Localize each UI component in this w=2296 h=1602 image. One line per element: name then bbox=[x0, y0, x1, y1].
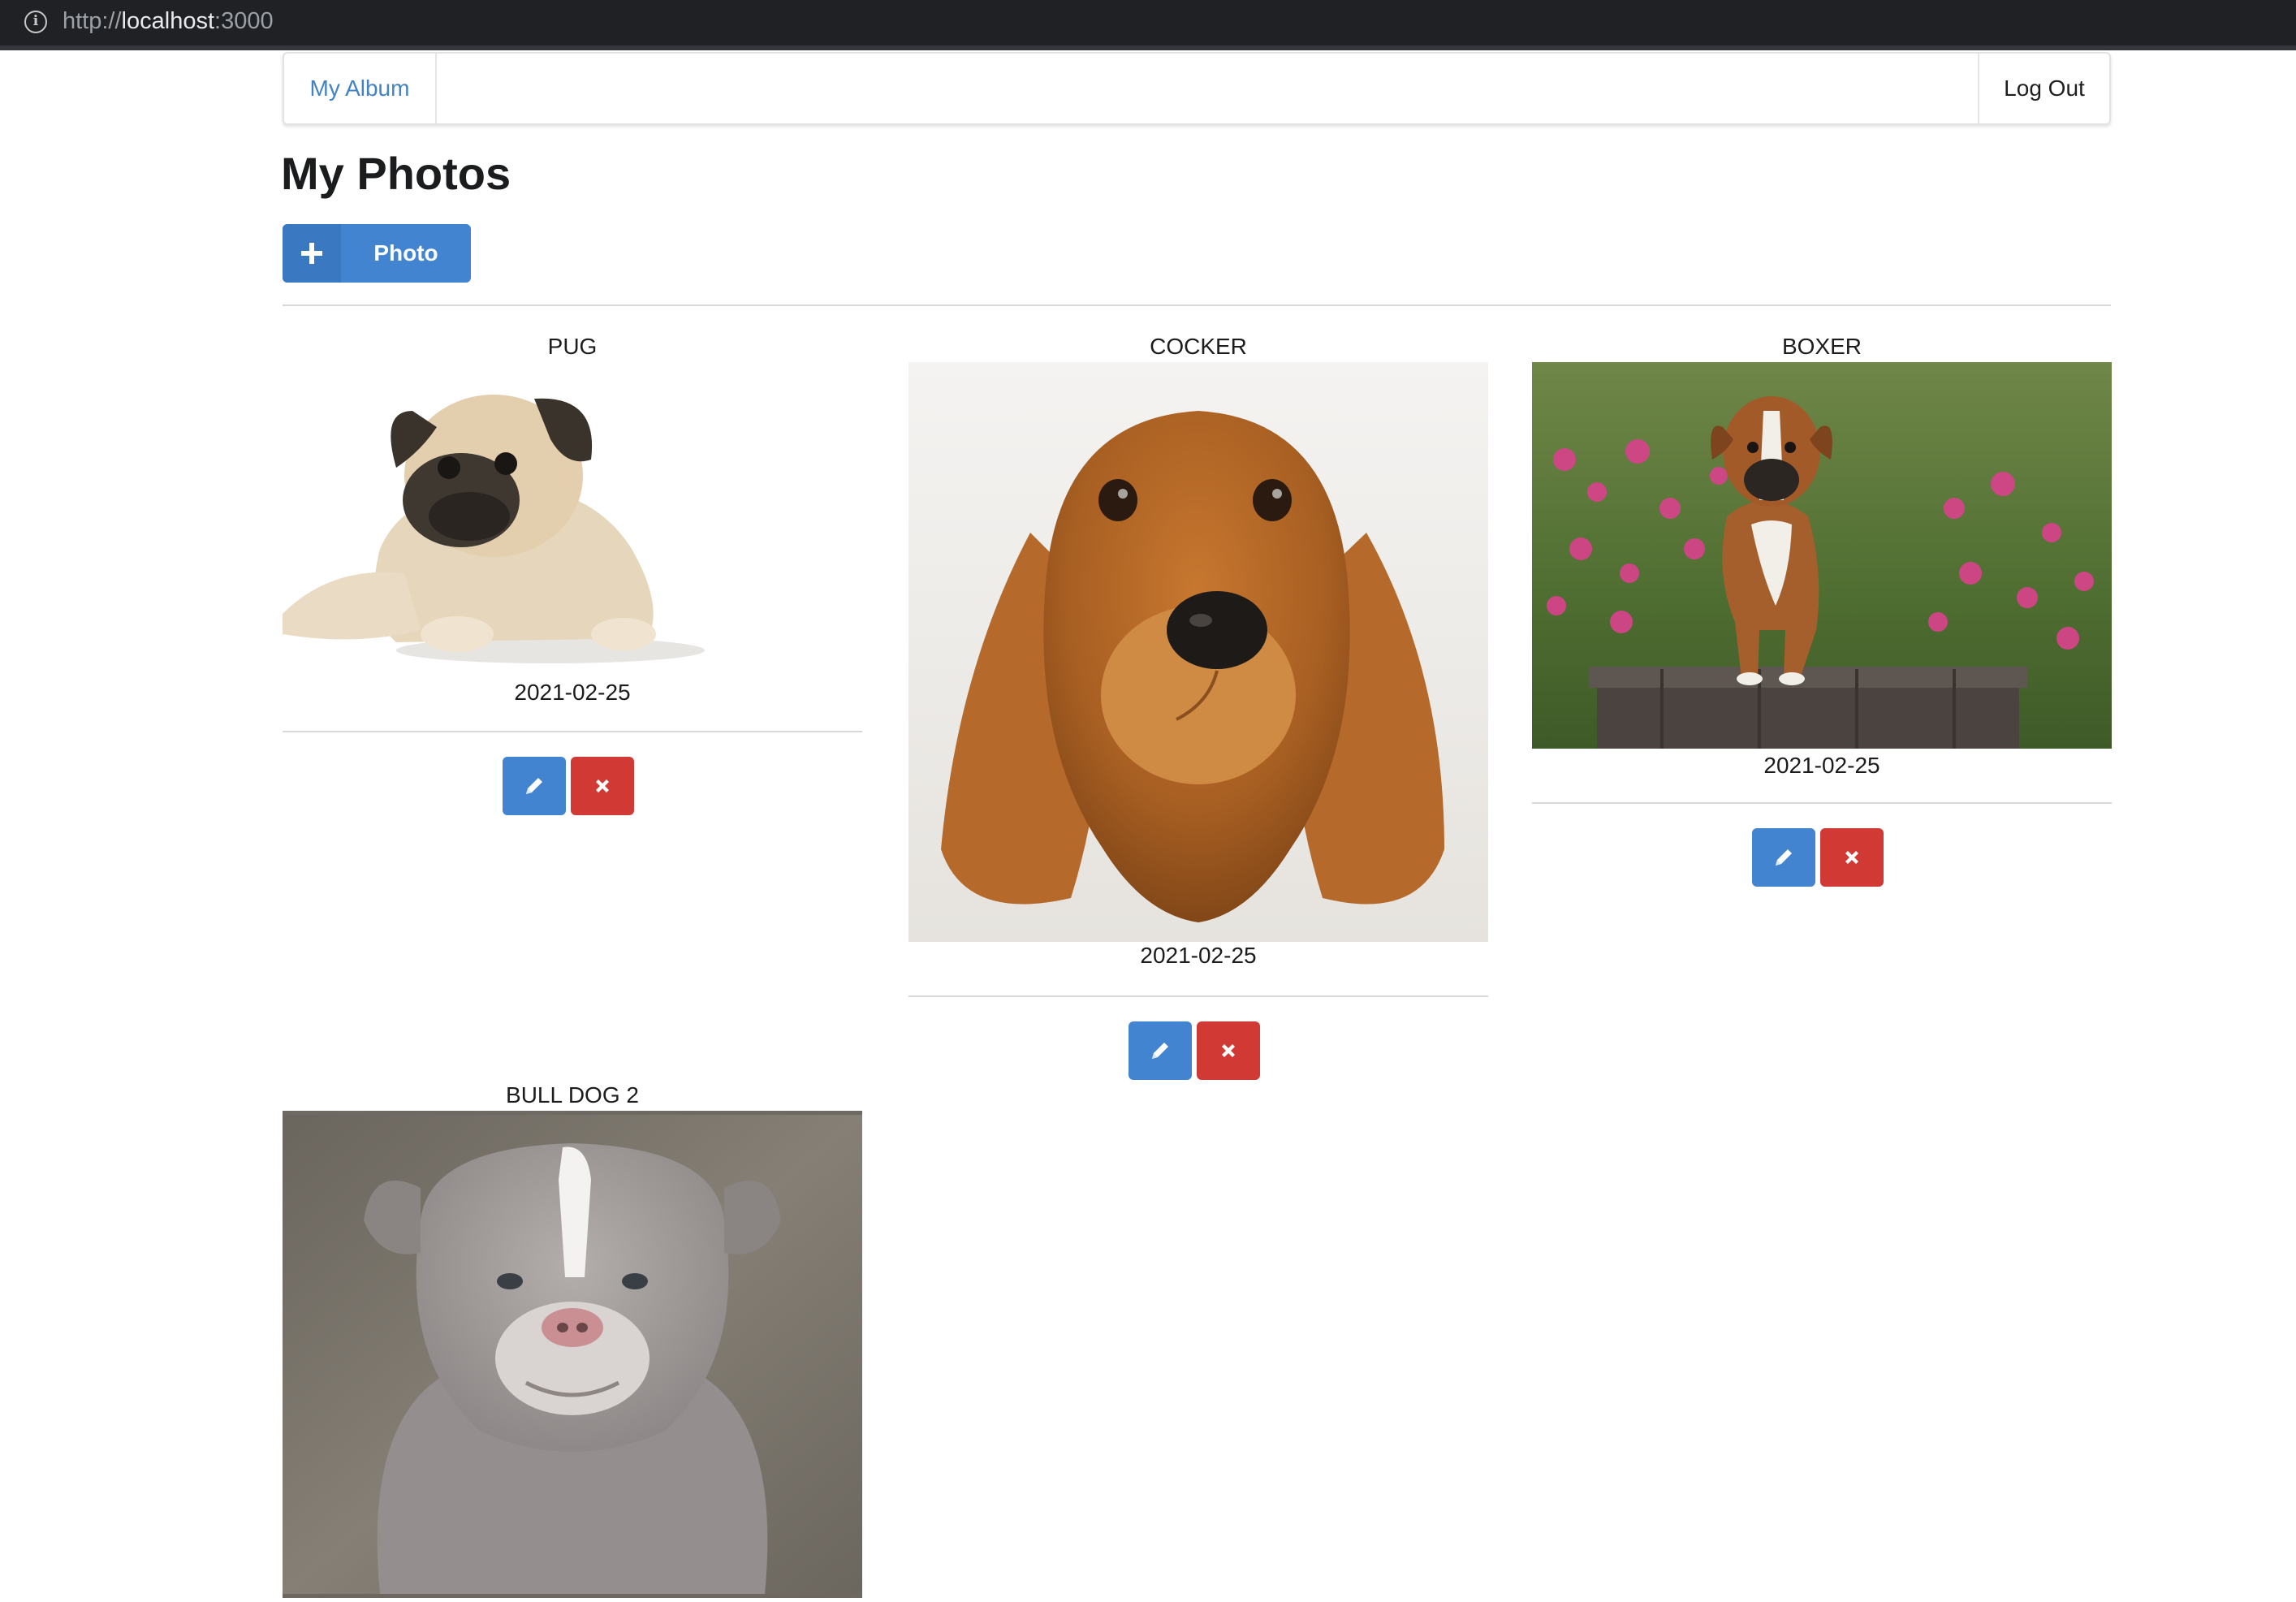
card-actions bbox=[283, 757, 862, 815]
photo-date: 2021-02-25 bbox=[1763, 753, 1880, 778]
card-actions bbox=[1532, 828, 2112, 887]
page-title: My Photos bbox=[281, 148, 511, 199]
edit-photo-button[interactable] bbox=[1129, 1021, 1192, 1080]
card-divider bbox=[1532, 802, 2112, 804]
add-photo-button[interactable]: Photo bbox=[283, 224, 471, 283]
close-icon bbox=[1845, 851, 1858, 864]
close-icon bbox=[596, 779, 609, 792]
cocker-photo bbox=[908, 362, 1488, 946]
delete-photo-button[interactable] bbox=[1197, 1021, 1260, 1080]
logout-link[interactable]: Log Out bbox=[1978, 54, 2109, 123]
edit-photo-button[interactable] bbox=[1752, 828, 1815, 887]
bulldog-photo bbox=[283, 1111, 862, 1602]
delete-photo-button[interactable] bbox=[1820, 828, 1884, 887]
pencil-icon bbox=[526, 778, 542, 794]
top-navbar: My Album Log Out bbox=[283, 52, 2111, 125]
url-field[interactable]: http://localhost:3000 bbox=[63, 6, 274, 36]
pug-photo bbox=[283, 362, 705, 675]
photo-date: 2021-02-25 bbox=[514, 680, 631, 705]
photo-title: PUG bbox=[547, 334, 598, 359]
photo-title: BOXER bbox=[1781, 334, 1862, 359]
edit-photo-button[interactable] bbox=[503, 757, 566, 815]
photo-date: 2021-02-25 bbox=[1140, 943, 1257, 968]
browser-address-bar: i http://localhost:3000 bbox=[0, 0, 2296, 50]
url-port: :3000 bbox=[214, 8, 274, 34]
card-divider bbox=[283, 731, 862, 732]
nav-my-album-link[interactable]: My Album bbox=[284, 54, 437, 123]
pencil-icon bbox=[1152, 1043, 1168, 1059]
url-scheme: http:// bbox=[63, 8, 122, 34]
delete-photo-button[interactable] bbox=[571, 757, 634, 815]
plus-icon bbox=[283, 224, 341, 283]
url-host: localhost bbox=[121, 8, 215, 34]
photo-title: COCKER bbox=[1150, 334, 1247, 359]
divider bbox=[283, 304, 2111, 306]
photo-title: BULL DOG 2 bbox=[506, 1082, 639, 1108]
add-photo-label: Photo bbox=[373, 240, 438, 266]
info-icon[interactable]: i bbox=[24, 11, 47, 33]
pencil-icon bbox=[1776, 849, 1792, 866]
boxer-photo bbox=[1532, 362, 2112, 753]
close-icon bbox=[1222, 1044, 1235, 1057]
card-actions bbox=[908, 1021, 1488, 1080]
card-divider bbox=[908, 995, 1488, 997]
